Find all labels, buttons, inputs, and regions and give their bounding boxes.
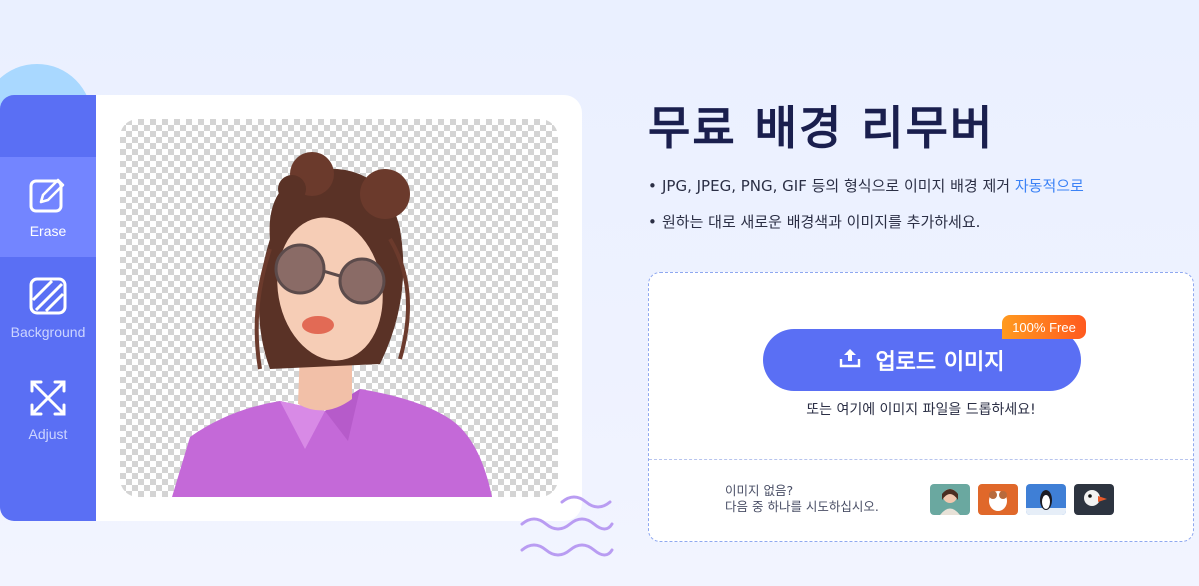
- feature-text: 원하는 대로 새로운 배경색과 이미지를 추가하세요.: [662, 213, 981, 231]
- sample-penguin[interactable]: [1026, 484, 1066, 515]
- upload-dropzone[interactable]: 업로드 이미지 100% Free 또는 여기에 이미지 파일을 드롭하세요! …: [648, 272, 1194, 542]
- tool-adjust[interactable]: Adjust: [0, 360, 96, 460]
- free-badge: 100% Free: [1002, 315, 1086, 339]
- page-title: 무료 배경 리무버: [648, 101, 995, 155]
- upload-button-label: 업로드 이미지: [875, 350, 1005, 375]
- sample-images: [930, 484, 1114, 515]
- tool-label: Adjust: [28, 426, 68, 442]
- divider: [649, 459, 1193, 460]
- tool-label: Erase: [29, 223, 67, 239]
- feature-item: • JPG, JPEG, PNG, GIF 등의 형식으로 이미지 배경 제거 자…: [648, 176, 1084, 212]
- sample-portrait[interactable]: [930, 484, 970, 515]
- sample-dog[interactable]: [978, 484, 1018, 515]
- tool-erase[interactable]: Erase: [0, 157, 96, 257]
- tool-label: Background: [10, 324, 86, 340]
- transparent-preview: [120, 119, 558, 497]
- bullet-icon: •: [648, 177, 657, 195]
- sample-puffin[interactable]: [1074, 484, 1114, 515]
- edit-box-icon: [28, 175, 68, 215]
- bullet-icon: •: [648, 213, 657, 231]
- tool-background[interactable]: Background: [0, 258, 96, 358]
- feature-highlight: 자동적으로: [1014, 177, 1084, 195]
- resize-arrows-icon: [28, 378, 68, 418]
- upload-icon: [839, 347, 861, 373]
- tool-sidebar: Erase Background Adjust: [0, 95, 96, 521]
- drop-hint: 또는 여기에 이미지 파일을 드롭하세요!: [806, 402, 1036, 418]
- preview-card: [96, 95, 582, 521]
- portrait-cutout-image: [172, 152, 492, 497]
- no-image-text: 이미지 없음? 다음 중 하나를 시도하십시오.: [725, 483, 879, 515]
- try-sample-line: 다음 중 하나를 시도하십시오.: [725, 499, 879, 514]
- feature-text: JPG, JPEG, PNG, GIF 등의 형식으로 이미지 배경 제거: [662, 177, 1015, 195]
- wave-decoration: [520, 495, 614, 557]
- no-image-line: 이미지 없음?: [725, 483, 794, 498]
- striped-square-icon: [28, 276, 68, 316]
- feature-item: • 원하는 대로 새로운 배경색과 이미지를 추가하세요.: [648, 212, 1084, 248]
- feature-list: • JPG, JPEG, PNG, GIF 등의 형식으로 이미지 배경 제거 자…: [648, 176, 1084, 248]
